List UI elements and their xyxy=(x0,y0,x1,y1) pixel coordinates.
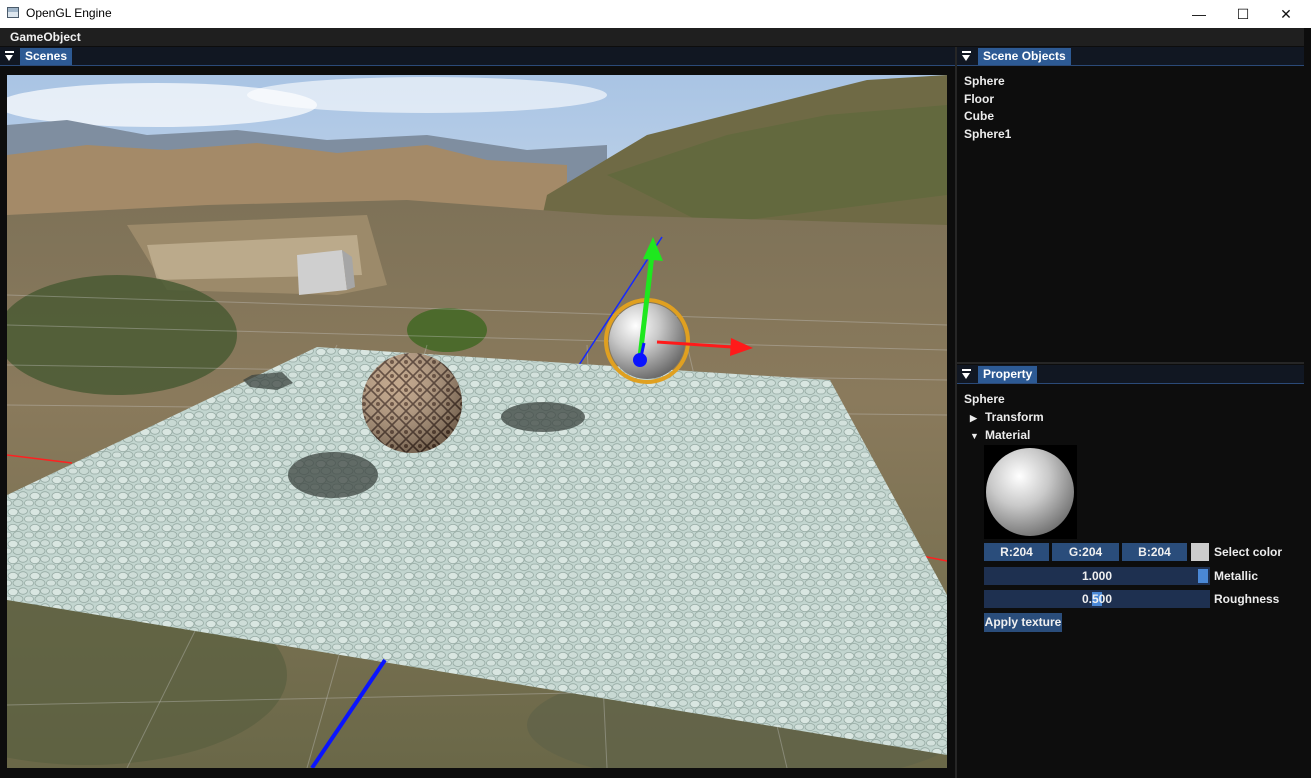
tab-property[interactable]: Property xyxy=(978,366,1038,383)
scene-viewport[interactable] xyxy=(7,75,947,768)
list-item[interactable]: Sphere1 xyxy=(964,127,1011,141)
transform-label: Transform xyxy=(985,410,1044,424)
scenes-panel-header: Scenes xyxy=(0,47,955,66)
property-header: Property xyxy=(957,365,1311,384)
minimize-button[interactable]: — xyxy=(1176,0,1222,28)
menu-gameobject[interactable]: GameObject xyxy=(10,30,81,44)
menu-bar: GameObject xyxy=(0,28,1311,46)
transform-tree-node[interactable]: ▶ Transform xyxy=(970,410,1044,424)
material-preview xyxy=(984,445,1077,539)
close-button[interactable]: ✕ xyxy=(1263,0,1309,28)
collapse-icon[interactable] xyxy=(961,50,972,62)
list-item[interactable]: Floor xyxy=(964,92,994,106)
scene-render xyxy=(7,75,947,768)
caret-down-icon: ▼ xyxy=(970,431,979,441)
material-sphere-preview xyxy=(986,448,1074,536)
caret-right-icon: ▶ xyxy=(970,413,977,423)
window-edge xyxy=(1304,28,1311,778)
blue-channel-field[interactable]: B:204 xyxy=(1122,543,1187,561)
metallic-value: 1.000 xyxy=(1081,569,1113,583)
roughness-value: 0.500 xyxy=(1081,592,1113,606)
maximize-button[interactable]: ☐ xyxy=(1220,0,1266,28)
panel-divider[interactable] xyxy=(957,362,1311,364)
collapse-icon[interactable] xyxy=(4,50,15,62)
scene-objects-header: Scene Objects xyxy=(957,47,1311,66)
metallic-slider[interactable]: 1.000 xyxy=(984,567,1210,585)
apply-texture-button[interactable]: Apply texture xyxy=(984,613,1062,632)
list-item[interactable]: Sphere xyxy=(964,74,1005,88)
app-icon xyxy=(7,7,19,18)
roughness-slider[interactable]: 0.500 xyxy=(984,590,1210,608)
window-title: OpenGL Engine xyxy=(26,6,112,20)
green-channel-field[interactable]: G:204 xyxy=(1052,543,1119,561)
tab-scene-objects[interactable]: Scene Objects xyxy=(978,48,1071,65)
metallic-slider-grab[interactable] xyxy=(1198,569,1208,583)
list-item[interactable]: Cube xyxy=(964,109,994,123)
selected-object-name: Sphere xyxy=(964,392,1005,406)
metallic-label: Metallic xyxy=(1214,569,1259,583)
material-tree-node[interactable]: ▼ Material xyxy=(970,428,1030,442)
material-label: Material xyxy=(985,428,1031,442)
collapse-icon[interactable] xyxy=(961,368,972,380)
red-channel-field[interactable]: R:204 xyxy=(984,543,1049,561)
scene-objects-list: Sphere Floor Cube Sphere1 xyxy=(957,66,1311,362)
roughness-label: Roughness xyxy=(1214,592,1280,606)
color-swatch[interactable] xyxy=(1191,543,1209,561)
select-color-label: Select color xyxy=(1214,545,1283,559)
title-bar: OpenGL Engine — ☐ ✕ xyxy=(0,0,1311,28)
tab-scenes[interactable]: Scenes xyxy=(20,48,73,65)
